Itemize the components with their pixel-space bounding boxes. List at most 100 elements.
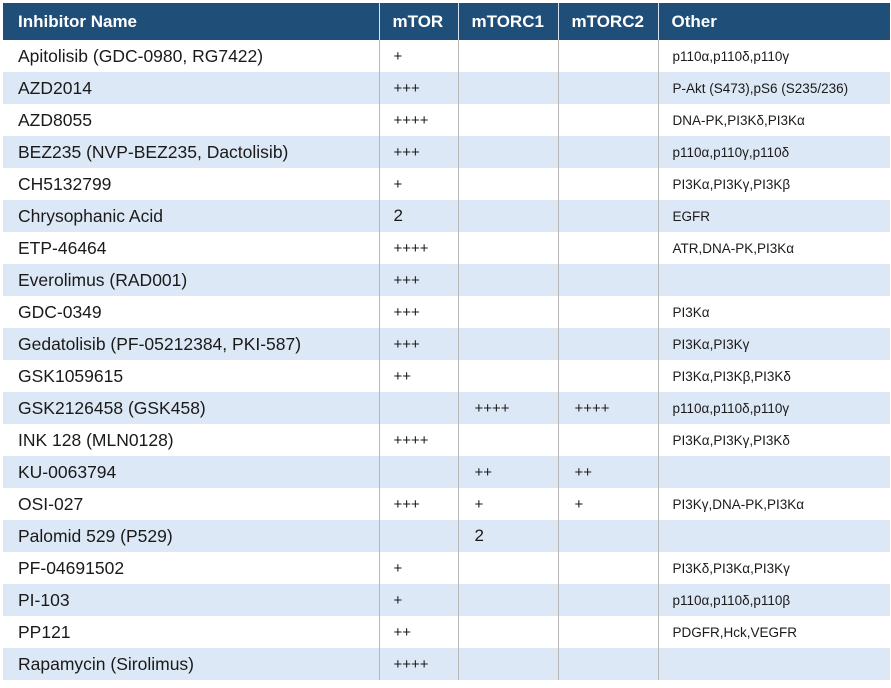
mtorc2-cell	[557, 40, 658, 72]
mtor-cell: +++	[378, 296, 458, 328]
other-targets-cell	[657, 456, 890, 488]
mtorc1-cell	[457, 584, 558, 616]
other-targets-cell: P-Akt (S473),pS6 (S235/236)	[657, 72, 890, 104]
table-row: Everolimus (RAD001) +++	[3, 264, 890, 296]
inhibitor-name-cell: CH5132799	[18, 173, 112, 194]
mtorc2-cell	[557, 328, 658, 360]
mtor-cell: +	[378, 584, 458, 616]
mtor-cell: ++	[378, 616, 458, 648]
mtor-cell: +++	[378, 136, 458, 168]
mtorc2-cell	[557, 648, 658, 680]
table-row: GDC-0349 +++ PI3Kα	[3, 296, 890, 328]
mtor-cell: +++	[378, 264, 458, 296]
mtor-cell: +++	[378, 328, 458, 360]
mtorc2-cell	[557, 360, 658, 392]
mtorc1-cell: ++++	[457, 392, 558, 424]
table-row: PP121 ++ PDGFR,Hck,VEGFR	[3, 616, 890, 648]
table-row: AZD8055 ++++ DNA-PK,PI3Kδ,PI3Kα	[3, 104, 890, 136]
table-row: Chrysophanic Acid 2 EGFR	[3, 200, 890, 232]
table-row: BEZ235 (NVP-BEZ235, Dactolisib) +++ p110α,…	[3, 136, 890, 168]
inhibitor-name-cell: GSK2126458 (GSK458)	[18, 397, 206, 418]
mtor-cell: ++++	[378, 424, 458, 456]
mtor-cell	[378, 456, 458, 488]
other-targets-cell: PI3Kγ,DNA-PK,PI3Kα	[657, 488, 890, 520]
table-row: GSK2126458 (GSK458) ++++ ++++ p110α,p110δ,p…	[3, 392, 890, 424]
inhibitor-name-cell: Rapamycin (Sirolimus)	[18, 653, 195, 674]
table-row: AZD2014 +++ P-Akt (S473),pS6 (S235/236)	[3, 72, 890, 104]
mtorc1-cell	[457, 232, 558, 264]
inhibitor-name-cell: BEZ235 (NVP-BEZ235, Dactolisib)	[18, 141, 289, 162]
mtor-cell: +	[378, 40, 458, 72]
mtorc2-cell: +	[557, 488, 658, 520]
mtorc1-cell	[457, 72, 558, 104]
mtorc2-cell	[557, 104, 658, 136]
inhibitor-name-cell: AZD8055	[18, 109, 92, 130]
mtor-cell: ++	[378, 360, 458, 392]
table-row: INK 128 (MLN0128) ++++ PI3Kα,PI3Kγ,PI3Kδ	[3, 424, 890, 456]
inhibitor-name-cell: INK 128 (MLN0128)	[18, 429, 174, 450]
mtor-cell: ++++	[378, 104, 458, 136]
header-mtor: mTOR	[378, 3, 458, 40]
other-targets-cell	[657, 648, 890, 680]
mtorc2-cell	[557, 584, 658, 616]
other-targets-cell: ATR,DNA-PK,PI3Kα	[657, 232, 890, 264]
table-row: ETP-46464 ++++ ATR,DNA-PK,PI3Kα	[3, 232, 890, 264]
table-row: Palomid 529 (P529) 2	[3, 520, 890, 552]
mtorc1-cell	[457, 136, 558, 168]
mtor-cell: +++	[378, 72, 458, 104]
inhibitor-table: Inhibitor Name mTOR mTORC1 mTORC2 Other …	[3, 3, 890, 680]
mtorc2-cell	[557, 552, 658, 584]
other-targets-cell: PI3Kα,PI3Kβ,PI3Kδ	[657, 360, 890, 392]
other-targets-cell: DNA-PK,PI3Kδ,PI3Kα	[657, 104, 890, 136]
other-targets-cell: PI3Kδ,PI3Kα,PI3Kγ	[657, 552, 890, 584]
mtorc1-cell	[457, 328, 558, 360]
table-row: Apitolisib (GDC-0980, RG7422) + p110α,p110…	[3, 40, 890, 72]
mtorc2-cell	[557, 168, 658, 200]
other-targets-cell: p110α,p110γ,p110δ	[657, 136, 890, 168]
mtorc1-cell	[457, 168, 558, 200]
mtorc2-cell	[557, 72, 658, 104]
mtorc2-cell	[557, 424, 658, 456]
mtorc1-cell	[457, 104, 558, 136]
mtorc2-cell	[557, 616, 658, 648]
table-row: CH5132799 + PI3Kα,PI3Kγ,PI3Kβ	[3, 168, 890, 200]
inhibitor-name-cell: PF-04691502	[18, 557, 125, 578]
inhibitor-name-cell: GSK1059615	[18, 365, 124, 386]
mtorc2-cell	[557, 136, 658, 168]
table-row: OSI-027 +++ + + PI3Kγ,DNA-PK,PI3Kα	[3, 488, 890, 520]
header-mtorc2: mTORC2	[557, 3, 658, 40]
header-other: Other	[657, 3, 890, 40]
table-row: Gedatolisib (PF-05212384, PKI-587) +++ PI3…	[3, 328, 890, 360]
mtorc1-cell	[457, 360, 558, 392]
inhibitor-name-cell: PP121	[18, 621, 71, 642]
mtorc2-cell	[557, 296, 658, 328]
mtorc2-cell	[557, 232, 658, 264]
mtorc2-cell: ++++	[557, 392, 658, 424]
other-targets-cell: PI3Kα,PI3Kγ,PI3Kβ	[657, 168, 890, 200]
mtorc1-cell	[457, 552, 558, 584]
inhibitor-name-cell: Apitolisib (GDC-0980, RG7422)	[18, 45, 264, 66]
inhibitor-name-cell: Gedatolisib (PF-05212384, PKI-587)	[18, 333, 302, 354]
mtor-cell: +	[378, 168, 458, 200]
mtorc2-cell	[557, 264, 658, 296]
mtorc2-cell	[557, 520, 658, 552]
mtor-cell: ++++	[378, 232, 458, 264]
other-targets-cell: PI3Kα	[657, 296, 890, 328]
mtor-cell: +++	[378, 488, 458, 520]
mtorc1-cell: +	[457, 488, 558, 520]
table-row: PI-103 + p110α,p110δ,p110β	[3, 584, 890, 616]
mtor-cell: 2	[378, 200, 458, 232]
header-mtorc1: mTORC1	[457, 3, 558, 40]
other-targets-cell: PDGFR,Hck,VEGFR	[657, 616, 890, 648]
inhibitor-name-cell: OSI-027	[18, 493, 84, 514]
other-targets-cell: p110α,p110δ,p110γ	[657, 40, 890, 72]
other-targets-cell	[657, 264, 890, 296]
table-body: Apitolisib (GDC-0980, RG7422) + p110α,p110…	[3, 40, 890, 680]
inhibitor-name-cell: AZD2014	[18, 77, 92, 98]
mtor-cell: ++++	[378, 648, 458, 680]
other-targets-cell: p110α,p110δ,p110β	[657, 584, 890, 616]
inhibitor-name-cell: PI-103	[18, 589, 70, 610]
mtorc1-cell	[457, 264, 558, 296]
inhibitor-name-cell: Everolimus (RAD001)	[18, 269, 188, 290]
mtorc1-cell	[457, 648, 558, 680]
